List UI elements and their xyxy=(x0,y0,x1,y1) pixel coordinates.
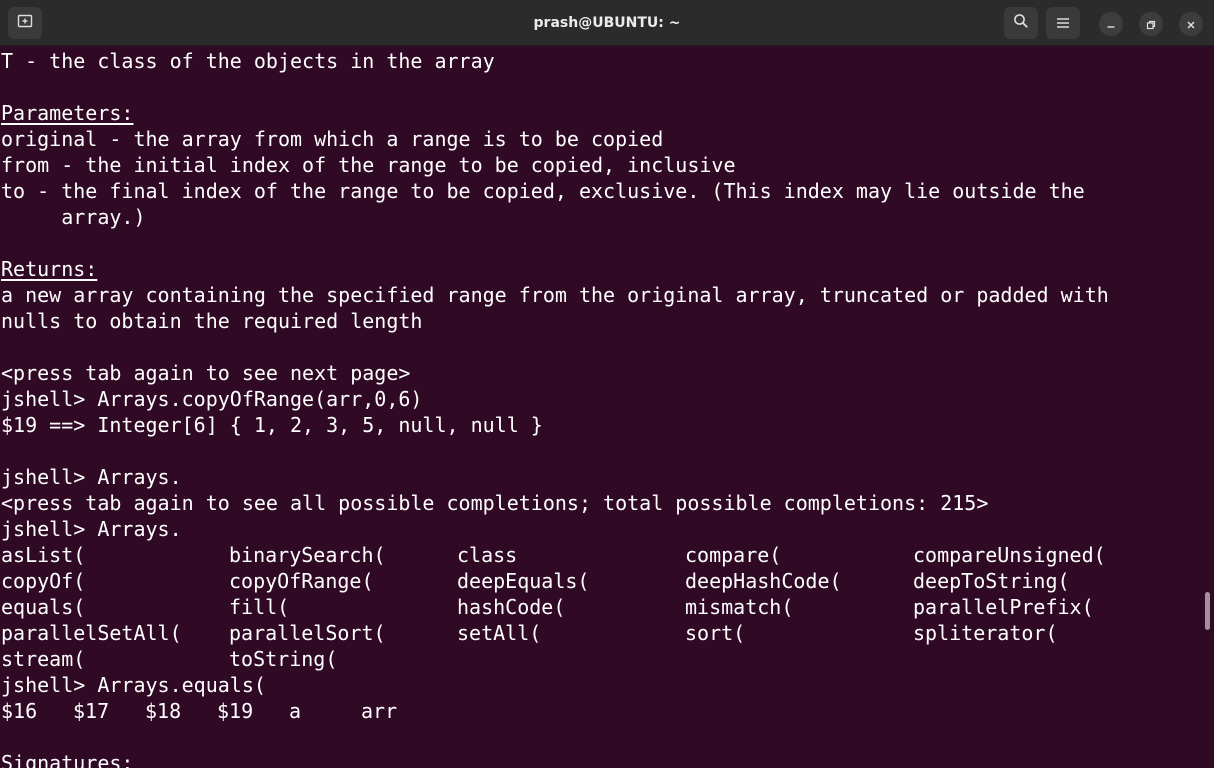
close-icon xyxy=(1186,15,1196,34)
completion-item: stream( xyxy=(1,647,86,671)
scrollbar-thumb[interactable] xyxy=(1205,592,1210,630)
variable-suggestions-row: $16 $17 $18 $19 a arr xyxy=(1,698,397,724)
completion-row: parallelSetAll( parallelSort( setAll( so… xyxy=(1,620,1058,646)
variable-suggestion: $18 xyxy=(145,699,182,723)
prompt-line: jshell> Arrays.copyOfRange(arr,0,6) xyxy=(1,387,423,411)
new-tab-button[interactable] xyxy=(8,7,42,39)
output-line: <press tab again to see next page> xyxy=(1,361,411,385)
completion-item: parallelSetAll( xyxy=(1,621,182,645)
section-heading-returns: Returns: xyxy=(1,257,98,281)
completion-item: hashCode( xyxy=(457,595,566,619)
completion-row: stream( toString( xyxy=(1,646,337,672)
completion-item: deepToString( xyxy=(913,569,1070,593)
title-bar: prash@UBUNTU: ~ xyxy=(0,0,1214,46)
minimize-button[interactable] xyxy=(1099,12,1123,36)
variable-suggestion: arr xyxy=(361,699,398,723)
completion-item: copyOf( xyxy=(1,569,86,593)
completion-item: mismatch( xyxy=(685,595,794,619)
completion-item: asList( xyxy=(1,543,86,567)
completion-item: equals( xyxy=(1,595,86,619)
output-line: to - the final index of the range to be … xyxy=(1,179,1085,203)
variable-suggestion: $16 xyxy=(1,699,38,723)
completion-item: deepEquals( xyxy=(457,569,590,593)
maximize-icon xyxy=(1146,15,1156,34)
completion-item: spliterator( xyxy=(913,621,1058,645)
output-line: a new array containing the specified ran… xyxy=(1,283,1109,307)
completion-item: copyOfRange( xyxy=(229,569,374,593)
completion-item: binarySearch( xyxy=(229,543,386,567)
variable-suggestion: a xyxy=(289,699,302,723)
prompt-line: jshell> Arrays. xyxy=(1,517,182,541)
completion-row: copyOf( copyOfRange( deepEquals( deepHas… xyxy=(1,568,1070,594)
output-line: original - the array from which a range … xyxy=(1,127,664,151)
completion-row: equals( fill( hashCode( mismatch( parall… xyxy=(1,594,1094,620)
section-heading-signatures: Signatures: xyxy=(1,751,134,768)
minimize-icon xyxy=(1106,15,1116,34)
completion-item: toString( xyxy=(229,647,338,671)
completion-item: deepHashCode( xyxy=(685,569,842,593)
close-button[interactable] xyxy=(1179,12,1203,36)
completion-item: sort( xyxy=(685,621,746,645)
search-icon xyxy=(1013,13,1029,33)
section-heading-parameters: Parameters: xyxy=(1,101,134,125)
completion-item: parallelSort( xyxy=(229,621,386,645)
prompt-line: jshell> Arrays. xyxy=(1,465,182,489)
completion-item: fill( xyxy=(229,595,290,619)
variable-suggestion: $19 xyxy=(217,699,254,723)
terminal-area[interactable]: T - the class of the objects in the arra… xyxy=(0,46,1206,768)
completion-item: setAll( xyxy=(457,621,542,645)
search-button[interactable] xyxy=(1004,7,1038,39)
hamburger-menu-icon xyxy=(1056,14,1070,33)
output-line: nulls to obtain the required length xyxy=(1,309,423,333)
new-tab-icon xyxy=(17,13,33,33)
output-line: T - the class of the objects in the arra… xyxy=(1,49,495,73)
completion-row: asList( binarySearch( class compare( com… xyxy=(1,542,1106,568)
output-line: <press tab again to see all possible com… xyxy=(1,491,989,515)
output-line: $19 ==> Integer[6] { 1, 2, 3, 5, null, n… xyxy=(1,413,543,437)
menu-button[interactable] xyxy=(1046,7,1080,39)
output-line: array.) xyxy=(1,205,146,229)
prompt-line: jshell> Arrays.equals( xyxy=(1,673,266,697)
completion-item: class xyxy=(457,543,518,567)
variable-suggestion: $17 xyxy=(73,699,110,723)
output-line: from - the initial index of the range to… xyxy=(1,153,736,177)
completion-item: parallelPrefix( xyxy=(913,595,1094,619)
maximize-button[interactable] xyxy=(1139,12,1163,36)
completion-item: compare( xyxy=(685,543,782,567)
completion-item: compareUnsigned( xyxy=(913,543,1106,567)
